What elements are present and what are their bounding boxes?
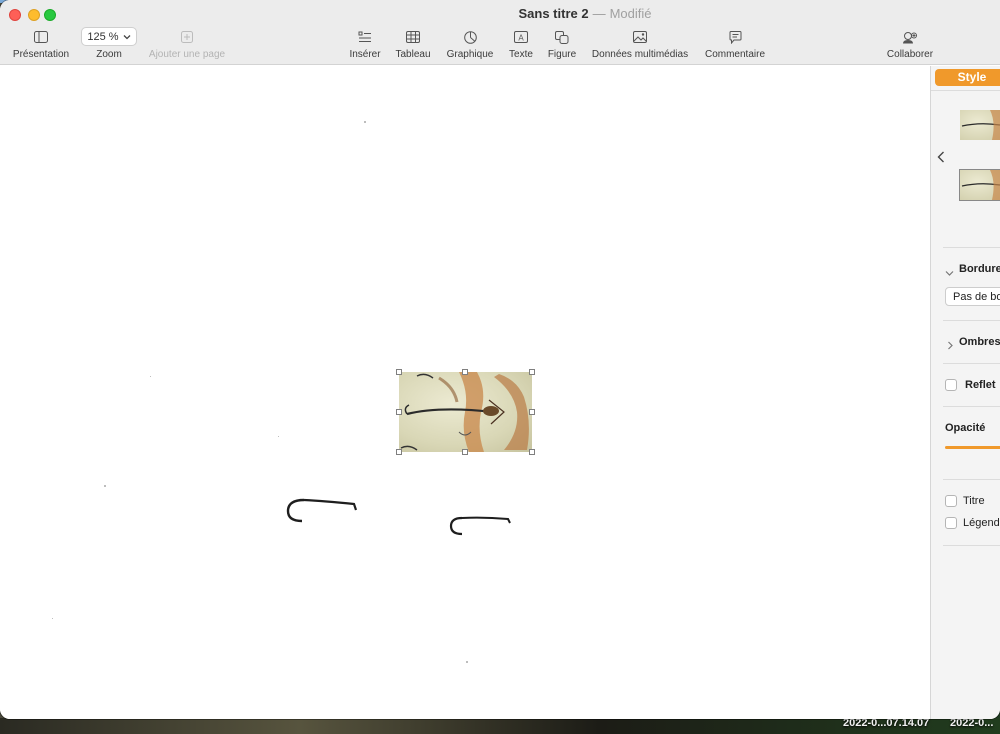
presentation-label: Présentation	[12, 49, 70, 60]
text-label: Texte	[509, 49, 533, 60]
chart-icon	[463, 29, 477, 45]
photo-icon	[633, 29, 647, 45]
resize-handle-top[interactable]	[462, 369, 468, 375]
title-checkbox[interactable]	[945, 495, 957, 507]
border-section-header[interactable]: Bordure	[959, 263, 1000, 275]
pages-window: Sans titre 2 — Modifié Présentation 125 % …	[0, 0, 1000, 719]
canvas-speck	[104, 485, 106, 487]
insert-label: Insérer	[349, 49, 381, 60]
divider	[943, 479, 1000, 480]
canvas-speck	[278, 436, 279, 437]
image-style-preset[interactable]	[959, 169, 1000, 201]
svg-text:A: A	[518, 33, 524, 42]
divider	[943, 406, 1000, 407]
title-option-label: Titre	[963, 495, 985, 507]
insert-button[interactable]: Insérer	[346, 29, 384, 63]
chevron-right-icon[interactable]	[947, 337, 954, 355]
comment-button[interactable]: Commentaire	[702, 29, 768, 63]
add-page-label: Ajouter une page	[148, 49, 226, 60]
tab-style[interactable]: Style	[935, 69, 1000, 86]
table-button[interactable]: Tableau	[393, 29, 433, 63]
chevron-down-icon	[123, 31, 131, 43]
table-icon	[406, 29, 420, 45]
text-button[interactable]: A Texte	[506, 29, 536, 63]
document-canvas[interactable]	[0, 66, 930, 719]
comment-icon	[729, 29, 742, 45]
collaborate-label: Collaborer	[886, 49, 934, 60]
title-separator: —	[592, 6, 606, 21]
opacity-label: Opacité	[945, 422, 986, 434]
resize-handle-bottom[interactable]	[462, 449, 468, 455]
divider	[943, 320, 1000, 321]
canvas-speck	[52, 618, 53, 619]
shape-label: Figure	[547, 49, 577, 60]
table-label: Tableau	[395, 49, 431, 60]
zoom-control[interactable]: 125 % Zoom	[80, 27, 138, 63]
add-page-icon	[181, 29, 193, 45]
canvas-speck	[150, 376, 151, 377]
fly-fishing-image	[399, 372, 532, 452]
comment-label: Commentaire	[704, 49, 766, 60]
format-sidebar: Style Bordure Pas de bo Ombres Reflet Op…	[930, 66, 1000, 719]
zoom-value: 125 %	[87, 30, 119, 43]
document-status: Modifié	[609, 6, 652, 21]
image-style-preset[interactable]	[960, 110, 1000, 140]
reflection-label: Reflet	[965, 379, 996, 391]
shadow-section-header[interactable]: Ombres	[959, 336, 1000, 348]
resize-handle-top-right[interactable]	[529, 369, 535, 375]
chart-label: Graphique	[446, 49, 494, 60]
shape-button[interactable]: Figure	[545, 29, 579, 63]
opacity-slider[interactable]	[945, 446, 1000, 449]
chart-button[interactable]: Graphique	[444, 29, 496, 63]
caption-option-label: Légend	[963, 517, 1000, 529]
canvas-speck	[364, 121, 366, 123]
fish-hook-image[interactable]	[448, 514, 514, 538]
zoom-popup[interactable]: 125 %	[81, 27, 137, 46]
canvas-speck	[466, 661, 468, 663]
insert-list-icon	[358, 29, 372, 45]
resize-handle-right[interactable]	[529, 409, 535, 415]
fish-hook-image[interactable]	[284, 496, 360, 526]
media-label: Données multimédias	[591, 49, 689, 60]
add-page-button[interactable]: Ajouter une page	[146, 29, 228, 63]
selected-image[interactable]	[396, 369, 535, 455]
zoom-label: Zoom	[96, 49, 122, 60]
text-box-icon: A	[514, 29, 528, 45]
reflection-checkbox[interactable]	[945, 379, 957, 391]
presentation-button[interactable]: Présentation	[10, 29, 72, 63]
chevron-down-icon[interactable]	[945, 264, 954, 282]
shape-icon	[555, 29, 569, 45]
divider	[943, 545, 1000, 546]
divider	[931, 90, 1000, 91]
resize-handle-top-left[interactable]	[396, 369, 402, 375]
border-style-popup[interactable]: Pas de bo	[945, 287, 1000, 306]
document-title[interactable]: Sans titre 2	[518, 6, 588, 21]
desktop-file-label-2[interactable]: 2022-0...	[950, 717, 993, 731]
title-bar: Sans titre 2 — Modifié Présentation 125 % …	[0, 0, 1000, 65]
resize-handle-bottom-right[interactable]	[529, 449, 535, 455]
sidebar-icon	[34, 29, 48, 45]
window-title: Sans titre 2 — Modifié	[0, 6, 1000, 21]
caption-checkbox[interactable]	[945, 517, 957, 529]
media-button[interactable]: Données multimédias	[588, 29, 692, 63]
resize-handle-bottom-left[interactable]	[396, 449, 402, 455]
desktop-file-label-1[interactable]: 2022-0...07.14.07	[843, 717, 929, 731]
resize-handle-left[interactable]	[396, 409, 402, 415]
collaborate-button[interactable]: Collaborer	[884, 29, 936, 63]
divider	[943, 247, 1000, 248]
divider	[943, 363, 1000, 364]
collaborate-icon	[902, 29, 918, 45]
chevron-left-icon[interactable]	[937, 150, 945, 168]
